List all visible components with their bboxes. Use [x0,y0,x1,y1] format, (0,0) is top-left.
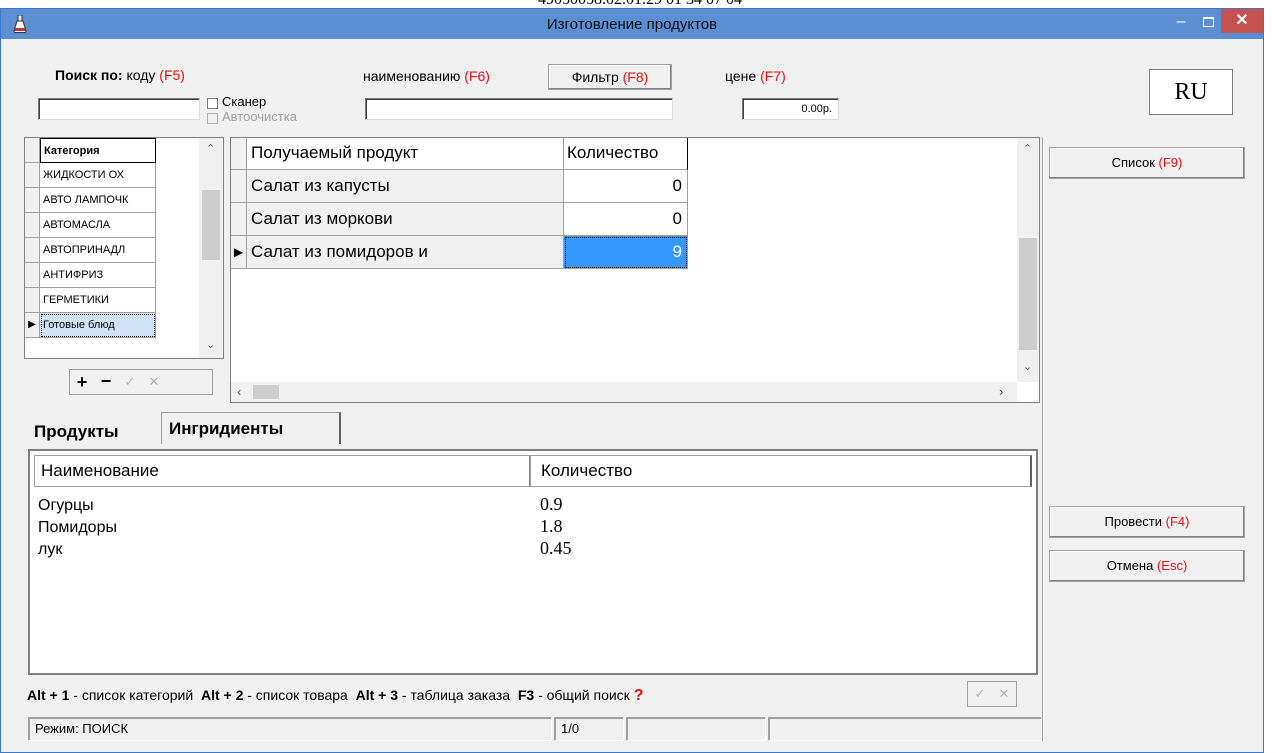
products-header-indicator [231,138,247,170]
product-column-header[interactable]: Получаемый продукт [247,138,564,170]
products-horizontal-scrollbar[interactable]: ‹ › [231,382,1017,402]
name-search-input[interactable] [365,98,673,120]
scroll-up-icon: ⌃ [1023,143,1033,155]
ingredients-grid[interactable]: Наименование Количество Огурцы 0.9 Помидор… [28,449,1038,675]
category-header-indicator [25,138,40,163]
language-indicator[interactable]: RU [1149,69,1233,115]
close-button[interactable]: ✕ [1221,9,1263,33]
category-scrollbar[interactable]: ⌃ ⌄ [199,138,223,358]
status-empty-2 [768,717,1042,741]
title-bar[interactable]: Изготовление продуктов – ✕ [1,9,1263,39]
window-title: Изготовление продуктов [546,16,718,33]
ingredient-qty[interactable]: 0.45 [540,538,572,559]
status-page: 1/0 [554,717,624,741]
maximize-icon [1203,17,1214,27]
category-row-indicator [25,163,40,188]
product-name-cell[interactable]: Салат из капусты [247,170,564,203]
scroll-up-icon: ⌃ [206,143,216,155]
product-row-indicator [231,170,247,203]
quantity-column-header[interactable]: Количество [564,138,688,170]
product-row-indicator: ▶ [231,236,247,269]
legend-cancel-button[interactable]: ✕ [992,682,1016,706]
product-qty-cell[interactable]: 9 [564,236,688,269]
search-by-label: Поиск по: коду (F5) [55,67,185,83]
ingredient-name-header[interactable]: Наименование [34,455,530,487]
products-vertical-scrollbar[interactable]: ⌃ ⌄ [1017,138,1039,382]
category-item[interactable]: ЖИДКОСТИ ОХ [40,163,156,188]
ingredient-qty[interactable]: 0.9 [540,494,563,515]
remove-category-button[interactable]: − [94,370,118,394]
legend-confirm-button[interactable]: ✓ [968,682,992,706]
status-mode: Режим: ПОИСК [28,717,552,741]
product-qty-cell[interactable]: 0 [564,203,688,236]
confirm-category-button[interactable]: ✓ [118,370,142,394]
products-scroll-thumb[interactable] [1019,238,1037,350]
autoclean-checkbox[interactable] [207,113,218,124]
help-icon[interactable]: ? [634,687,644,704]
list-button[interactable]: Список (F9) [1049,147,1245,179]
add-category-button[interactable]: + [70,370,94,394]
post-button[interactable]: Провести (F4) [1049,506,1245,538]
status-empty-1 [626,717,766,741]
scroll-down-icon: ⌄ [1023,361,1033,373]
ingredient-name[interactable]: Огурцы [38,497,94,515]
product-name-cell[interactable]: Салат из моркови [247,203,564,236]
category-row-indicator [25,288,40,313]
category-item[interactable]: ГЕРМЕТИКИ [40,288,156,313]
product-name-cell[interactable]: Салат из помидоров и [247,236,564,269]
price-search-label: цене (F7) [725,68,786,84]
products-grid[interactable]: Получаемый продукт Количество ⌃ ⌄ ‹ › Са… [230,137,1040,403]
price-search-input[interactable]: 0.00р. [742,98,839,120]
category-item[interactable]: Готовые блюд [40,313,156,338]
app-window: Изготовление продуктов – ✕ Поиск по: код… [0,8,1264,753]
tab-ingredients[interactable]: Ингридиенты [161,412,341,444]
category-item[interactable]: АВТО ЛАМПОЧК [40,188,156,213]
filter-button[interactable]: Фильтр (F8) [548,64,672,90]
product-qty-cell[interactable]: 0 [564,170,688,203]
category-row-indicator [25,238,40,263]
product-row-indicator [231,203,247,236]
scanner-label: Сканер [222,94,267,109]
code-search-input[interactable] [38,98,200,120]
category-list[interactable]: Категория ⌃ ⌄ ЖИДКОСТИ ОХ АВТО ЛАМПОЧК АВТ… [24,137,224,359]
scanner-checkbox[interactable] [207,98,218,109]
scroll-right-icon: › [999,384,1004,399]
right-panel-divider [1042,137,1044,741]
ingredient-qty-header[interactable]: Количество [530,455,1032,487]
category-item[interactable]: АНТИФРИЗ [40,263,156,288]
products-hscroll-thumb[interactable] [253,385,279,399]
category-toolbar: + − ✓ ✕ [69,369,213,395]
tab-products[interactable]: Продукты [34,422,119,442]
ingredient-qty[interactable]: 1.8 [540,516,563,537]
ingredient-name[interactable]: Помидоры [38,519,117,537]
legend-toolbar: ✓ ✕ [967,681,1017,707]
category-item[interactable]: АВТОМАСЛА [40,213,156,238]
minimize-button[interactable]: – [1169,13,1193,33]
category-column-header[interactable]: Категория [40,138,156,163]
category-row-indicator [25,213,40,238]
cancel-category-button[interactable]: ✕ [142,370,166,394]
category-row-indicator [25,263,40,288]
autoclean-label: Автоочистка [222,109,297,124]
maximize-button[interactable] [1197,13,1221,33]
hotkey-legend: Alt + 1 - список категорий Alt + 2 - спи… [27,687,644,704]
name-search-label: наименованию (F6) [363,68,490,84]
category-row-indicator: ▶ [25,313,40,338]
scroll-left-icon: ‹ [237,384,242,399]
cancel-button[interactable]: Отмена (Esc) [1049,550,1245,582]
category-row-indicator [25,188,40,213]
category-scroll-thumb[interactable] [202,190,220,260]
category-item[interactable]: АВТОПРИНАДЛ [40,238,156,263]
ingredient-name[interactable]: лук [38,541,62,559]
scroll-down-icon: ⌄ [206,339,216,351]
